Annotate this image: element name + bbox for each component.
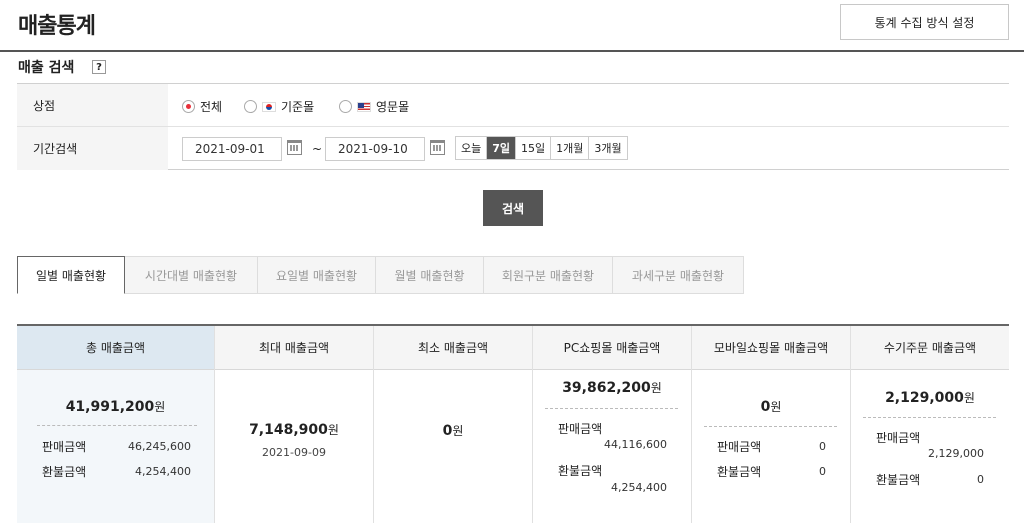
mobile-sales-value: 0 [819, 440, 826, 453]
manual-order-sales-value: 2,129,000 [928, 447, 984, 460]
store-radio-all[interactable]: 전체 [182, 98, 222, 115]
title-divider [0, 50, 1024, 52]
tab-member-type[interactable]: 회원구분 매출현황 [484, 256, 613, 294]
mobile-sales-header: 모바일쇼핑몰 매출금액 [692, 326, 850, 370]
mobile-sales-amount: 0원 [760, 399, 782, 415]
pc-sales-header: PC쇼핑몰 매출금액 [533, 326, 691, 370]
manual-order-refund-value: 0 [977, 473, 984, 486]
sales-label: 판매금액 [717, 440, 762, 454]
sales-label: 판매금액 [876, 431, 921, 445]
sales-label: 판매금액 [558, 422, 603, 436]
refund-label: 환불금액 [717, 465, 762, 479]
mobile-sales-column: 모바일쇼핑몰 매출금액 0원 판매금액 0 환불금액 0 [692, 326, 851, 523]
max-sales-amount: 7,148,900원 [249, 422, 339, 438]
total-refund-value: 4,254,400 [135, 465, 191, 478]
total-sales-column: 총 매출금액 41,991,200원 판매금액 46,245,600 환불금액 … [17, 326, 215, 523]
store-row: 상점 전체 기준몰 영문몰 [17, 84, 1009, 127]
period-1month-button[interactable]: 1개월 [551, 137, 590, 159]
radio-icon [244, 100, 257, 113]
radio-icon [339, 100, 352, 113]
radio-selected-icon [182, 100, 195, 113]
period-7days-button[interactable]: 7일 [487, 137, 517, 159]
tab-weekday[interactable]: 요일별 매출현황 [258, 256, 376, 294]
store-radio-base[interactable]: 기준몰 [244, 98, 314, 115]
store-radio-all-label: 전체 [200, 100, 223, 114]
total-sales-amount: 41,991,200원 [65, 399, 166, 415]
calendar-icon[interactable] [430, 140, 445, 155]
tab-hourly[interactable]: 시간대별 매출현황 [125, 256, 258, 294]
search-button[interactable]: 검색 [483, 190, 543, 226]
total-sales-value: 46,245,600 [128, 440, 191, 453]
calendar-icon[interactable] [287, 140, 302, 155]
pc-sales-value: 44,116,600 [604, 438, 667, 451]
min-sales-amount: 0원 [442, 423, 464, 439]
search-section-title: 매출 검색 [18, 60, 75, 76]
refund-label: 환불금액 [876, 473, 921, 487]
manual-order-sales-header: 수기주문 매출금액 [851, 326, 1009, 370]
store-radio-english-label: 영문몰 [376, 100, 410, 114]
pc-refund-value: 4,254,400 [611, 481, 667, 494]
manual-order-sales-amount: 2,129,000원 [885, 390, 975, 406]
period-today-button[interactable]: 오늘 [456, 137, 488, 159]
sales-summary-table: 총 매출금액 41,991,200원 판매금액 46,245,600 환불금액 … [17, 324, 1009, 523]
manual-order-sales-column: 수기주문 매출금액 2,129,000원 판매금액 2,129,000 환불금액… [851, 326, 1009, 523]
korea-flag-icon [262, 101, 276, 112]
refund-label: 환불금액 [42, 465, 87, 479]
period-row: 기간검색 ~ 오늘 7일 15일 1개월 3개월 [17, 127, 1009, 170]
max-sales-date: 2021-09-09 [262, 446, 326, 459]
report-tabs: 일별 매출현황 시간대별 매출현황 요일별 매출현황 월별 매출현황 회원구분 … [17, 256, 744, 294]
store-radio-english[interactable]: 영문몰 [339, 98, 409, 115]
sales-label: 판매금액 [42, 440, 87, 454]
pc-sales-amount: 39,862,200원 [562, 380, 662, 396]
tab-tax-type[interactable]: 과세구분 매출현황 [613, 256, 744, 294]
max-sales-column: 최대 매출금액 7,148,900원 2021-09-09 [215, 326, 374, 523]
stats-collection-settings-button[interactable]: 통계 수집 방식 설정 [840, 4, 1009, 40]
min-sales-column: 최소 매출금액 0원 [374, 326, 533, 523]
search-form: 상점 전체 기준몰 영문몰 기간검색 ~ 오늘 7일 15일 1개월 3개월 [17, 83, 1009, 170]
date-from-input[interactable] [182, 137, 282, 161]
period-3months-button[interactable]: 3개월 [589, 137, 627, 159]
date-range-separator: ~ [312, 142, 323, 156]
pc-sales-column: PC쇼핑몰 매출금액 39,862,200원 판매금액 44,116,600 환… [533, 326, 692, 523]
period-15days-button[interactable]: 15일 [516, 137, 552, 159]
mobile-refund-value: 0 [819, 465, 826, 478]
help-icon[interactable]: ? [92, 60, 106, 74]
total-sales-header: 총 매출금액 [17, 326, 214, 370]
page-title: 매출통계 [18, 14, 96, 39]
store-label: 상점 [17, 84, 168, 126]
tab-daily[interactable]: 일별 매출현황 [17, 256, 125, 294]
min-sales-header: 최소 매출금액 [374, 326, 532, 370]
refund-label: 환불금액 [558, 464, 603, 478]
usa-flag-icon [357, 101, 371, 112]
date-to-input[interactable] [325, 137, 425, 161]
store-radio-base-label: 기준몰 [281, 100, 315, 114]
quick-period-buttons: 오늘 7일 15일 1개월 3개월 [455, 136, 628, 160]
max-sales-header: 최대 매출금액 [215, 326, 373, 370]
tab-monthly[interactable]: 월별 매출현황 [376, 256, 484, 294]
period-label: 기간검색 [17, 127, 168, 170]
